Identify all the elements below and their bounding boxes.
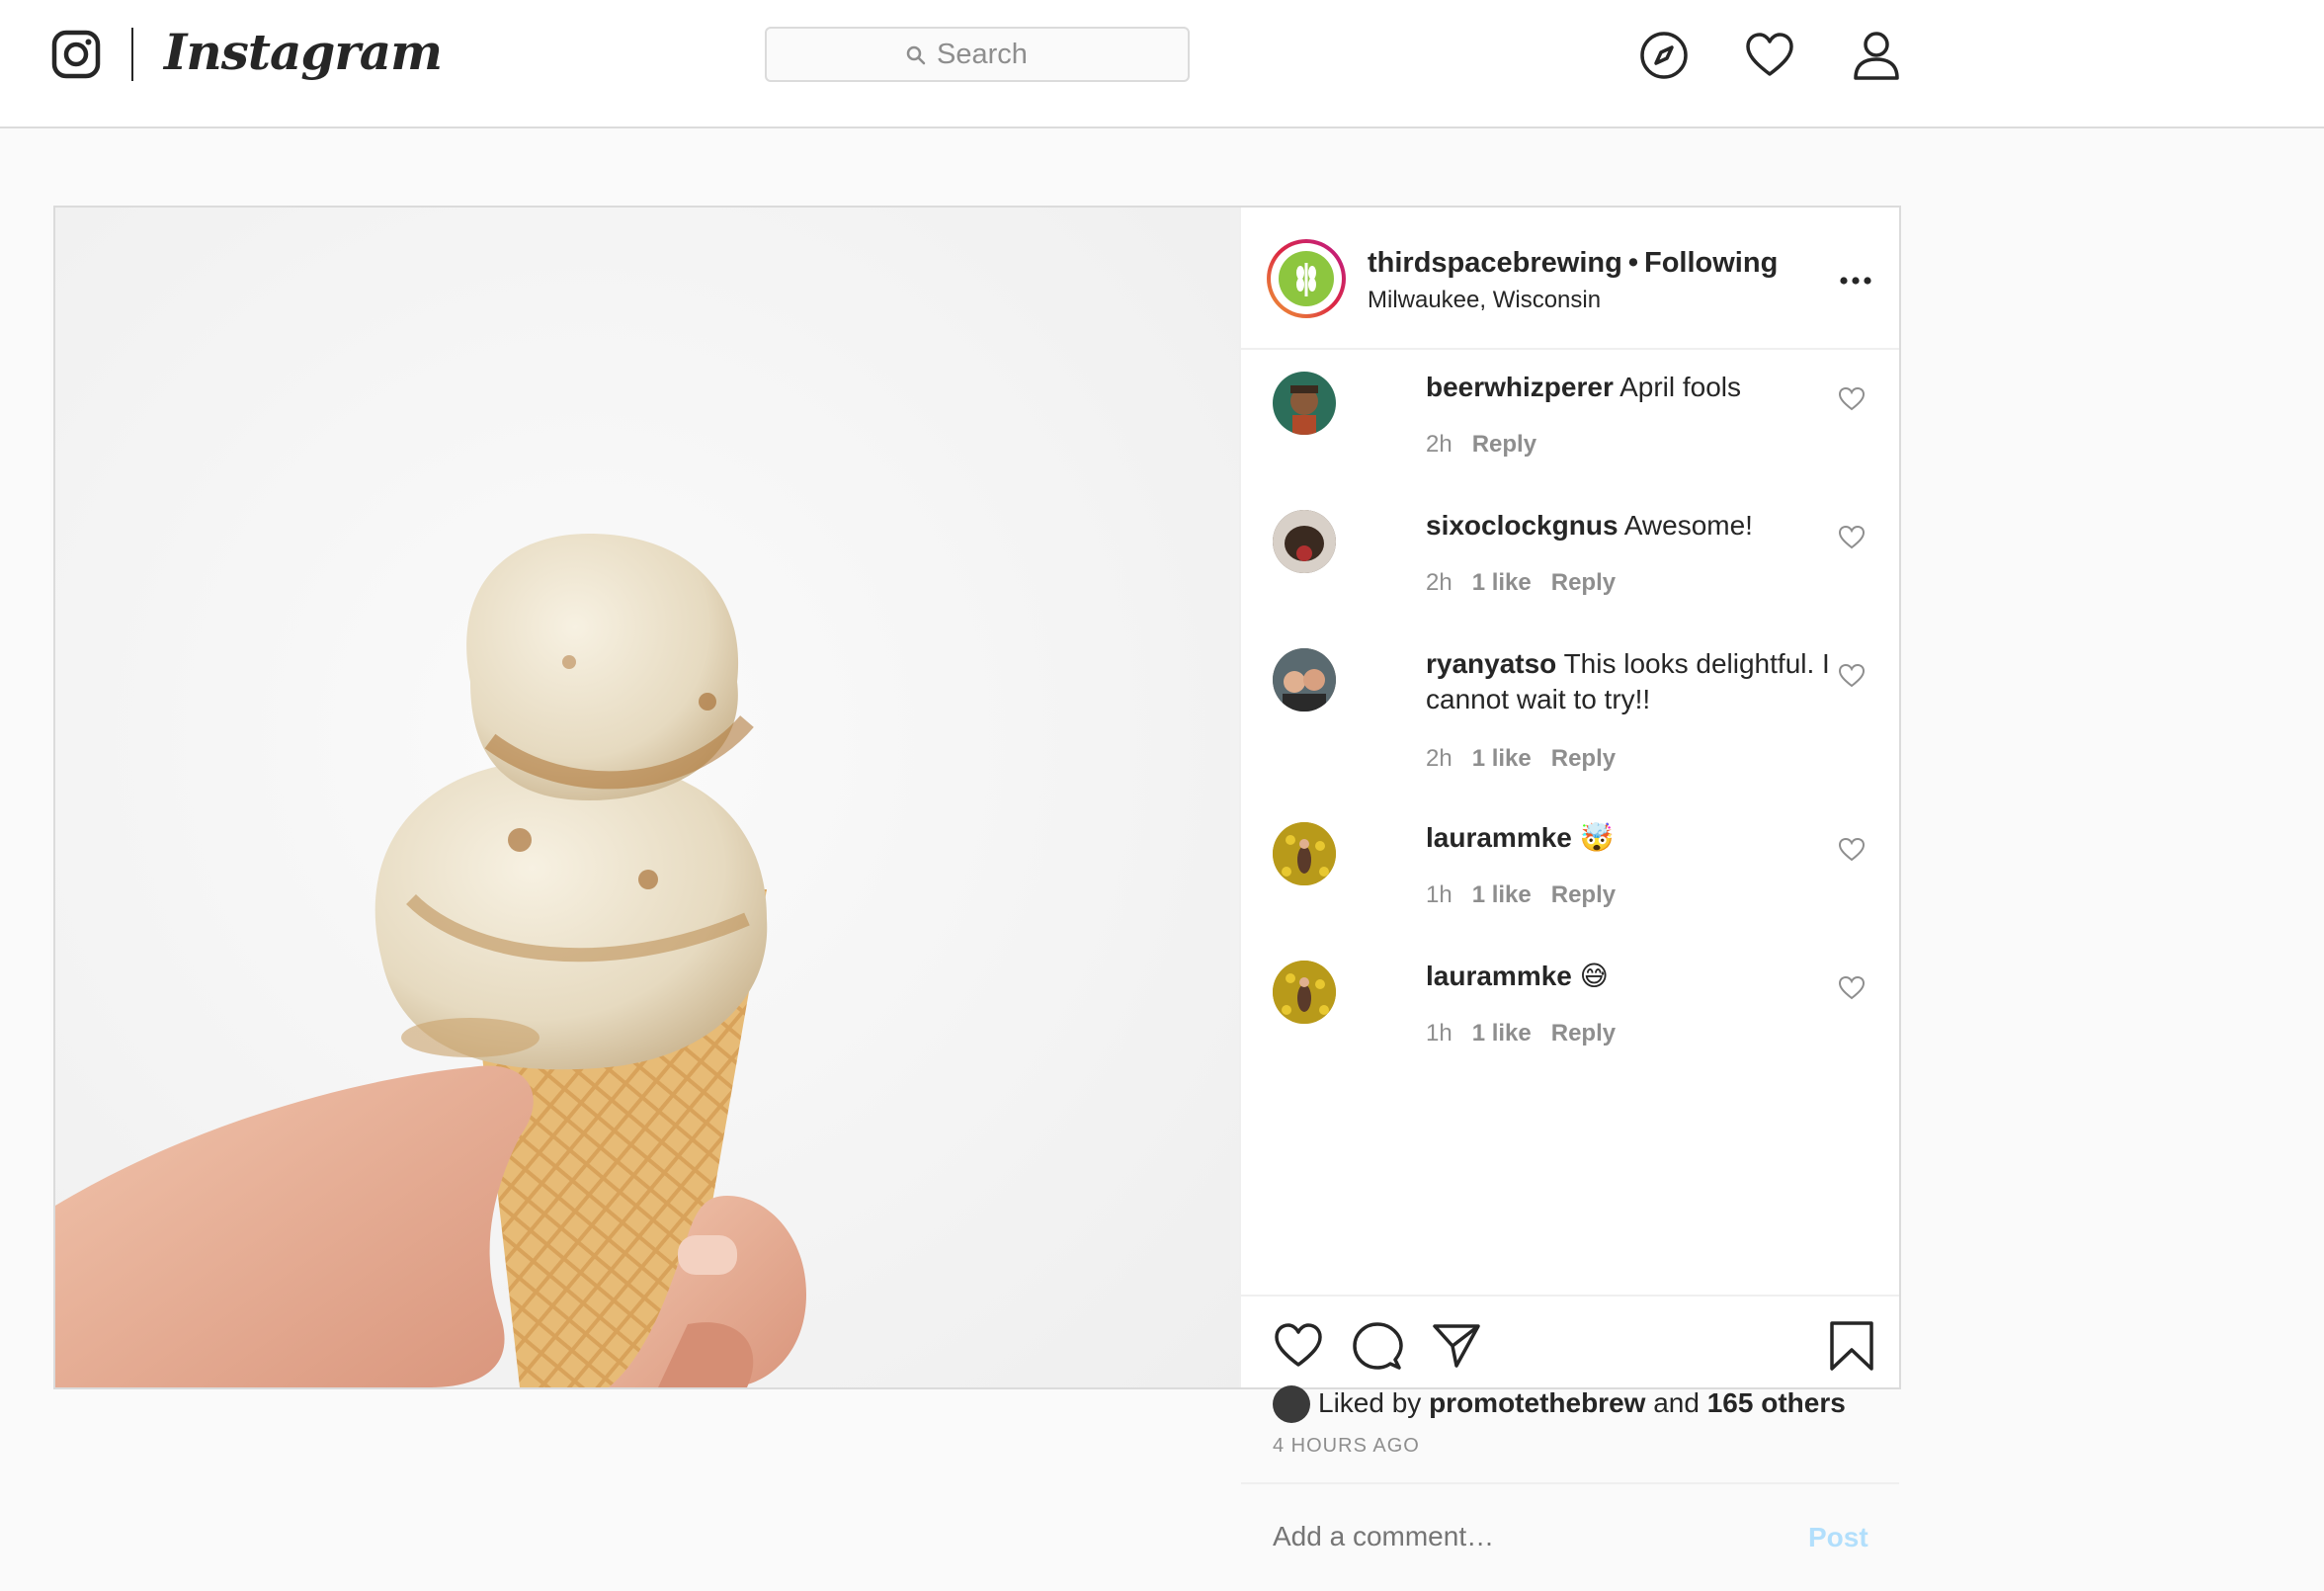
search-icon	[906, 45, 926, 65]
compass-icon[interactable]	[1638, 30, 1690, 81]
share-paper-plane-icon[interactable]	[1431, 1320, 1482, 1372]
liked-by-text: Liked by promotethebrew and 165 others	[1318, 1387, 1846, 1419]
commenter-avatar[interactable]	[1273, 372, 1336, 435]
comment-like-heart-icon[interactable]	[1838, 974, 1866, 1002]
comment-item: laurammke 🤯 1h 1 like Reply	[1241, 814, 1899, 943]
liked-by-user[interactable]: promotethebrew	[1429, 1387, 1645, 1418]
comment-time[interactable]: 2h	[1426, 431, 1452, 458]
comment-input[interactable]	[1273, 1512, 1767, 1561]
comment-username[interactable]: ryanyatso	[1426, 648, 1556, 679]
comment-time[interactable]: 2h	[1426, 569, 1452, 596]
comments-list: beerwhizperer April fools 2h Reply sixocl…	[1241, 350, 1899, 1295]
post-timestamp[interactable]: 4 HOURS AGO	[1273, 1435, 1420, 1458]
comment-item: laurammke 😅 1h 1 like Reply	[1241, 953, 1899, 1081]
comment-message: 🤯	[1579, 822, 1615, 853]
reply-button[interactable]: Reply	[1551, 569, 1616, 596]
author-line: thirdspacebrewing • Following	[1368, 247, 1778, 280]
comment-username[interactable]: sixoclockgnus	[1426, 510, 1618, 541]
header-separator: •	[1627, 247, 1638, 279]
comment-like-heart-icon[interactable]	[1838, 836, 1866, 864]
top-nav-bar: Instagram	[0, 0, 2324, 128]
comment-message: Awesome!	[1623, 510, 1753, 541]
post-comment-button[interactable]: Post	[1808, 1522, 1868, 1553]
comment-username[interactable]: laurammke	[1426, 961, 1572, 991]
comment-likes[interactable]: 1 like	[1472, 1020, 1532, 1047]
comment-text: laurammke 😅	[1426, 959, 1851, 994]
comment-meta: 1h 1 like Reply	[1426, 881, 1635, 909]
commenter-avatar[interactable]	[1273, 822, 1336, 885]
comment-meta: 2h 1 like Reply	[1426, 745, 1635, 773]
author-username[interactable]: thirdspacebrewing	[1368, 247, 1622, 279]
commenter-avatar[interactable]	[1273, 510, 1336, 573]
comment-like-heart-icon[interactable]	[1838, 524, 1866, 551]
comment-meta: 1h 1 like Reply	[1426, 1020, 1635, 1047]
instagram-wordmark[interactable]: Instagram	[164, 18, 443, 87]
add-comment-bar: Post	[1241, 1482, 1899, 1591]
more-options-icon[interactable]	[1836, 271, 1875, 291]
comment-likes[interactable]: 1 like	[1472, 745, 1532, 772]
comment-time[interactable]: 1h	[1426, 881, 1452, 908]
post-actions: Liked by promotethebrew and 165 others 4…	[1241, 1295, 1899, 1484]
search-input[interactable]	[937, 29, 1174, 80]
post-card: thirdspacebrewing • Following Milwaukee, W…	[53, 206, 1901, 1561]
comment-item: ryanyatso This looks delightful. I canno…	[1241, 640, 1899, 808]
comment-like-heart-icon[interactable]	[1838, 662, 1866, 690]
reply-button[interactable]: Reply	[1551, 745, 1616, 772]
post-location[interactable]: Milwaukee, Wisconsin	[1368, 287, 1601, 314]
comment-username[interactable]: beerwhizperer	[1426, 372, 1614, 402]
comment-text: laurammke 🤯	[1426, 820, 1851, 856]
wheat-logo-icon	[1279, 251, 1334, 306]
reply-button[interactable]: Reply	[1472, 431, 1536, 458]
comment-username[interactable]: laurammke	[1426, 822, 1572, 853]
comment-message: April fools	[1619, 372, 1742, 402]
post-sidebar: thirdspacebrewing • Following Milwaukee, W…	[1239, 208, 1899, 1561]
comment-likes[interactable]: 1 like	[1472, 881, 1532, 908]
commenter-avatar[interactable]	[1273, 648, 1336, 712]
liked-by-others[interactable]: 165 others	[1707, 1387, 1846, 1418]
profile-icon[interactable]	[1851, 30, 1902, 81]
heart-icon[interactable]	[1744, 30, 1795, 81]
comment-message: 😅	[1579, 961, 1609, 991]
comment-time[interactable]: 1h	[1426, 1020, 1452, 1047]
instagram-glyph-icon[interactable]	[51, 30, 101, 79]
comment-meta: 2h Reply	[1426, 431, 1556, 459]
commenter-avatar[interactable]	[1273, 961, 1336, 1024]
liker-avatar[interactable]	[1273, 1385, 1310, 1423]
comment-likes[interactable]: 1 like	[1472, 569, 1532, 596]
post-header: thirdspacebrewing • Following Milwaukee, W…	[1241, 208, 1899, 350]
liked-by-prefix: Liked by	[1318, 1387, 1422, 1418]
search-box[interactable]	[765, 27, 1190, 82]
comment-text: sixoclockgnus Awesome!	[1426, 508, 1851, 544]
comment-text: ryanyatso This looks delightful. I canno…	[1426, 646, 1851, 717]
comment-time[interactable]: 2h	[1426, 745, 1452, 772]
comment-bubble-icon[interactable]	[1352, 1320, 1403, 1372]
comment-item: sixoclockgnus Awesome! 2h 1 like Reply	[1241, 502, 1899, 630]
comment-like-heart-icon[interactable]	[1838, 385, 1866, 413]
comment-text: beerwhizperer April fools	[1426, 370, 1851, 405]
reply-button[interactable]: Reply	[1551, 881, 1616, 908]
comment-meta: 2h 1 like Reply	[1426, 569, 1635, 597]
post-image[interactable]	[55, 208, 1239, 1387]
comment-item: beerwhizperer April fools 2h Reply	[1241, 364, 1899, 492]
reply-button[interactable]: Reply	[1551, 1020, 1616, 1047]
following-button[interactable]: Following	[1644, 247, 1778, 279]
author-avatar[interactable]	[1267, 239, 1346, 318]
bookmark-icon[interactable]	[1826, 1320, 1877, 1372]
logo-divider	[131, 28, 133, 81]
liked-by-and: and	[1653, 1387, 1700, 1418]
like-heart-icon[interactable]	[1273, 1320, 1324, 1372]
